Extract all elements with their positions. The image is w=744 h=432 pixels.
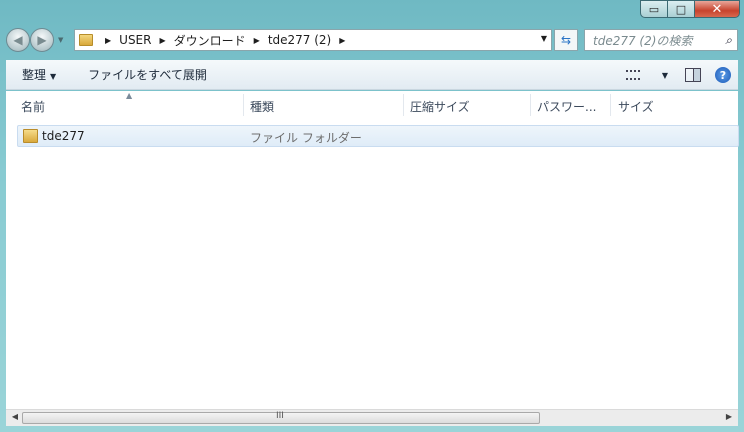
- help-button[interactable]: ?: [708, 67, 738, 83]
- forward-button[interactable]: ▶: [30, 28, 54, 52]
- file-list-view: ▲ 名前 種類 圧縮サイズ パスワー... サイズ tde277 ファイル フォ…: [6, 91, 739, 426]
- preview-pane-button[interactable]: [678, 68, 708, 82]
- address-bar[interactable]: ▶ USER ▶ ダウンロード ▶ tde277 (2) ▶ ▼: [74, 29, 552, 51]
- breadcrumb-current-folder[interactable]: tde277 (2): [268, 33, 331, 47]
- close-button[interactable]: ✕: [694, 0, 740, 18]
- column-header-compressed-size[interactable]: 圧縮サイズ: [410, 98, 470, 115]
- help-icon: ?: [715, 67, 731, 83]
- view-list-icon: [626, 70, 640, 80]
- file-type: ファイル フォルダー: [250, 131, 362, 145]
- file-name: tde277: [42, 129, 85, 143]
- refresh-icon: ⇆: [560, 33, 572, 47]
- recent-pages-dropdown[interactable]: ▼: [58, 36, 63, 44]
- breadcrumb-chevron-icon[interactable]: ▶: [339, 36, 345, 45]
- search-input[interactable]: tde277 (2)の検索 ⌕: [584, 29, 738, 51]
- search-icon[interactable]: ⌕: [725, 33, 732, 48]
- back-arrow-icon: ◀: [13, 33, 23, 47]
- command-bar: 整理 ▼ ファイルをすべて展開 ▼ ?: [6, 60, 738, 90]
- view-controls: ▼ ?: [618, 60, 738, 90]
- column-headers: ▲ 名前 種類 圧縮サイズ パスワー... サイズ: [6, 91, 738, 119]
- organize-label: 整理: [22, 68, 47, 82]
- organize-menu[interactable]: 整理 ▼: [6, 66, 72, 83]
- dropdown-arrow-icon: ▼: [50, 72, 57, 81]
- scroll-right-icon[interactable]: ▶: [722, 412, 736, 421]
- list-item[interactable]: tde277 ファイル フォルダー: [17, 125, 739, 147]
- dropdown-arrow-icon: ▼: [661, 70, 669, 80]
- column-divider[interactable]: [243, 94, 244, 116]
- column-header-password[interactable]: パスワー...: [537, 98, 596, 115]
- change-view-button[interactable]: [618, 70, 648, 80]
- scroll-left-icon[interactable]: ◀: [8, 412, 22, 421]
- minimize-button[interactable]: ▭: [640, 0, 667, 18]
- breadcrumb-chevron-icon[interactable]: ▶: [159, 36, 165, 45]
- scrollbar-thumb[interactable]: III: [22, 411, 540, 424]
- column-header-type[interactable]: 種類: [250, 98, 274, 115]
- sort-ascending-icon: ▲: [126, 91, 133, 100]
- maximize-button[interactable]: □: [667, 0, 694, 18]
- breadcrumb-downloads[interactable]: ダウンロード: [174, 32, 246, 49]
- window-caption-buttons: ▭ □ ✕: [640, 0, 740, 18]
- breadcrumb-user[interactable]: USER: [119, 33, 151, 47]
- forward-arrow-icon: ▶: [37, 33, 47, 47]
- refresh-button[interactable]: ⇆: [554, 29, 578, 51]
- horizontal-scrollbar[interactable]: ◀ III ▶: [6, 409, 738, 426]
- breadcrumb-chevron-icon[interactable]: ▶: [254, 36, 260, 45]
- address-dropdown-icon[interactable]: ▼: [541, 34, 547, 43]
- column-header-name[interactable]: 名前: [21, 98, 45, 115]
- search-placeholder: tde277 (2)の検索: [593, 33, 693, 48]
- column-divider[interactable]: [530, 94, 531, 116]
- view-options-dropdown[interactable]: ▼: [648, 71, 678, 80]
- back-button[interactable]: ◀: [6, 28, 30, 52]
- navigation-bar: ◀ ▶ ▼ ▶ USER ▶ ダウンロード ▶ tde277 (2) ▶ ▼ ⇆…: [6, 26, 738, 54]
- folder-icon: [23, 129, 38, 143]
- preview-pane-icon: [685, 68, 701, 82]
- extract-all-button[interactable]: ファイルをすべて展開: [72, 66, 223, 83]
- breadcrumb-chevron-icon[interactable]: ▶: [105, 36, 111, 45]
- folder-icon: [79, 34, 93, 46]
- column-divider[interactable]: [403, 94, 404, 116]
- column-divider[interactable]: [610, 94, 611, 116]
- scrollbar-grip: III: [276, 411, 284, 421]
- column-header-size[interactable]: サイズ: [618, 98, 654, 115]
